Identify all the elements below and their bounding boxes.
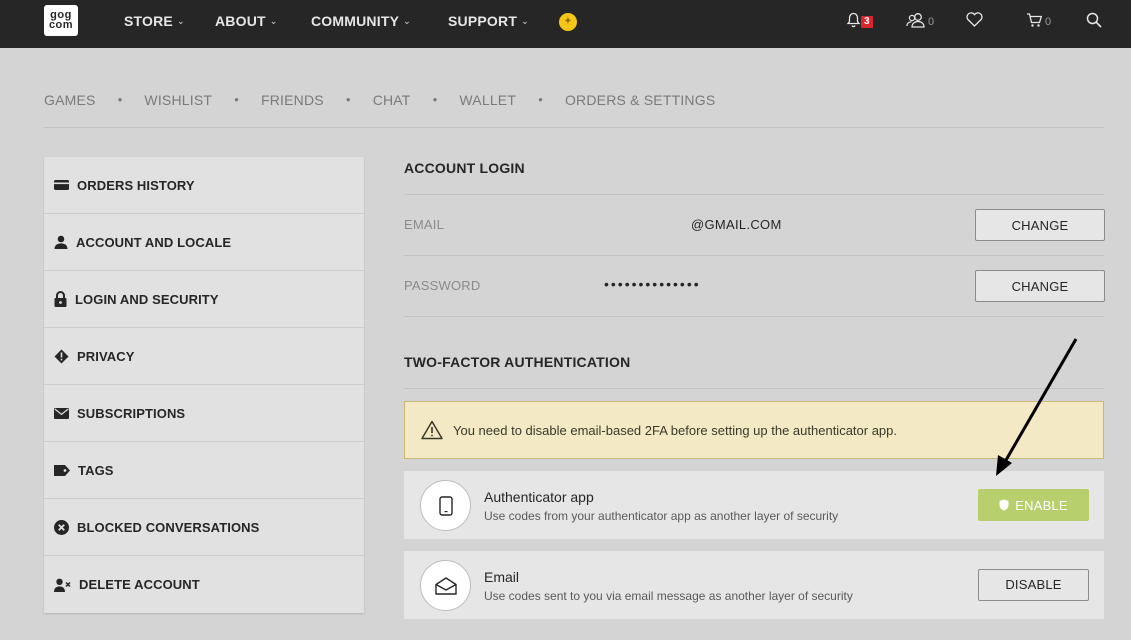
email-2fa-description: Use codes sent to you via email message … xyxy=(484,589,853,603)
sidebar-item-label: SUBSCRIPTIONS xyxy=(77,405,186,421)
settings-sidebar: ORDERS HISTORY ACCOUNT AND LOCALE LOGIN … xyxy=(44,157,364,613)
chevron-down-icon: ⌄ xyxy=(269,16,278,26)
top-navigation-bar: gog com STORE ⌄ ABOUT ⌄ COMMUNITY ⌄ SUPP… xyxy=(0,0,1131,48)
sidebar-item-label: LOGIN AND SECURITY xyxy=(75,291,219,307)
sidebar-item-label: DELETE ACCOUNT xyxy=(79,577,200,592)
nav-community[interactable]: COMMUNITY ⌄ xyxy=(311,13,411,29)
chevron-down-icon: ⌄ xyxy=(521,16,529,26)
privacy-icon xyxy=(54,349,69,363)
user-icon xyxy=(54,235,68,249)
divider xyxy=(404,255,1104,256)
wishlist-button[interactable] xyxy=(966,12,983,27)
separator-dot: ● xyxy=(117,95,123,104)
phone-icon-circle xyxy=(420,480,471,531)
bell-icon xyxy=(846,12,861,28)
friends-button[interactable]: 0 xyxy=(906,12,934,28)
blocked-icon xyxy=(54,519,69,535)
nav-about[interactable]: ABOUT ⌄ xyxy=(215,13,278,29)
warning-text: You need to disable email-based 2FA befo… xyxy=(453,422,898,438)
enable-button-label: ENABLE xyxy=(1015,497,1068,513)
email-2fa-title: Email xyxy=(484,569,520,585)
sidebar-item-delete-account[interactable]: DELETE ACCOUNT xyxy=(44,556,364,613)
notifications-button[interactable]: 3 xyxy=(846,12,873,28)
cart-icon xyxy=(1027,13,1043,27)
friends-icon xyxy=(906,13,925,28)
disable-email-2fa-button[interactable]: DISABLE xyxy=(978,569,1089,601)
change-password-button[interactable]: CHANGE xyxy=(975,270,1105,302)
account-subnav: GAMES ● WISHLIST ● FRIENDS ● CHAT ● WALL… xyxy=(44,92,1104,128)
sidebar-item-account-locale[interactable]: ACCOUNT AND LOCALE xyxy=(44,214,364,271)
logo-line-2: com xyxy=(48,19,74,31)
email-label: EMAIL xyxy=(404,217,445,232)
divider xyxy=(404,316,1104,317)
sidebar-item-label: BLOCKED CONVERSATIONS xyxy=(77,519,260,535)
sidebar-item-label: ACCOUNT AND LOCALE xyxy=(76,234,232,250)
search-icon xyxy=(1086,12,1102,28)
sidebar-item-login-security[interactable]: LOGIN AND SECURITY xyxy=(44,271,364,328)
cart-count: 0 xyxy=(1045,16,1052,28)
authenticator-app-card: Authenticator app Use codes from your au… xyxy=(404,471,1104,539)
subnav-wishlist[interactable]: WISHLIST xyxy=(144,92,212,108)
subnav-games[interactable]: GAMES xyxy=(44,92,96,108)
subnav-chat[interactable]: CHAT xyxy=(373,92,411,108)
sidebar-item-label: PRIVACY xyxy=(77,348,135,364)
sidebar-item-orders-history[interactable]: ORDERS HISTORY xyxy=(44,157,364,214)
separator-dot: ● xyxy=(345,95,351,104)
phone-icon xyxy=(438,495,453,516)
divider xyxy=(404,194,1104,195)
delete-user-icon xyxy=(54,578,71,592)
tag-icon xyxy=(54,464,70,476)
two-factor-title: TWO-FACTOR AUTHENTICATION xyxy=(404,354,631,370)
cart-button[interactable]: 0 xyxy=(1026,12,1051,28)
email-2fa-card: Email Use codes sent to you via email me… xyxy=(404,551,1104,619)
sidebar-item-tags[interactable]: TAGS xyxy=(44,442,364,499)
envelope-icon xyxy=(54,407,69,419)
separator-dot: ● xyxy=(234,95,239,104)
account-login-title: ACCOUNT LOGIN xyxy=(404,160,525,176)
annotation-arrow xyxy=(996,338,1078,476)
chevron-down-icon: ⌄ xyxy=(403,16,411,26)
chevron-down-icon: ⌄ xyxy=(176,16,185,26)
authenticator-title: Authenticator app xyxy=(484,489,594,505)
change-email-button[interactable]: CHANGE xyxy=(975,209,1105,241)
subnav-wallet[interactable]: WALLET xyxy=(459,92,516,108)
warning-icon xyxy=(421,420,443,440)
search-button[interactable] xyxy=(1086,12,1102,28)
nav-store[interactable]: STORE ⌄ xyxy=(124,13,185,29)
separator-dot: ● xyxy=(538,95,543,104)
nav-store-label: STORE xyxy=(124,13,173,29)
friends-count: 0 xyxy=(928,16,935,28)
password-value: •••••••••••••• xyxy=(604,276,701,292)
open-envelope-icon xyxy=(434,576,457,595)
nav-community-label: COMMUNITY xyxy=(311,13,400,29)
notification-badge: 3 xyxy=(861,16,873,28)
shield-icon xyxy=(999,499,1009,511)
sidebar-item-subscriptions[interactable]: SUBSCRIPTIONS xyxy=(44,385,364,442)
heart-icon xyxy=(966,12,983,27)
card-icon xyxy=(54,180,69,190)
subnav-orders-settings[interactable]: ORDERS & SETTINGS xyxy=(565,92,715,108)
gog-logo[interactable]: gog com xyxy=(44,5,78,36)
subnav-friends[interactable]: FRIENDS xyxy=(261,92,324,108)
separator-dot: ● xyxy=(432,95,438,104)
nav-about-label: ABOUT xyxy=(215,13,266,29)
enable-authenticator-button[interactable]: ENABLE xyxy=(978,489,1089,521)
coin-icon[interactable]: ✦ xyxy=(559,13,577,31)
sidebar-item-label: ORDERS HISTORY xyxy=(77,177,195,193)
sidebar-item-blocked-conversations[interactable]: BLOCKED CONVERSATIONS xyxy=(44,499,364,556)
sidebar-item-label: TAGS xyxy=(78,462,114,478)
password-label: PASSWORD xyxy=(404,278,481,293)
lock-icon xyxy=(54,291,67,307)
sidebar-item-privacy[interactable]: PRIVACY xyxy=(44,328,364,385)
nav-support[interactable]: SUPPORT ⌄ xyxy=(448,13,529,29)
authenticator-description: Use codes from your authenticator app as… xyxy=(484,509,839,523)
nav-support-label: SUPPORT xyxy=(448,13,518,29)
envelope-icon-circle xyxy=(420,560,471,611)
email-value: @GMAIL.COM xyxy=(691,217,782,232)
